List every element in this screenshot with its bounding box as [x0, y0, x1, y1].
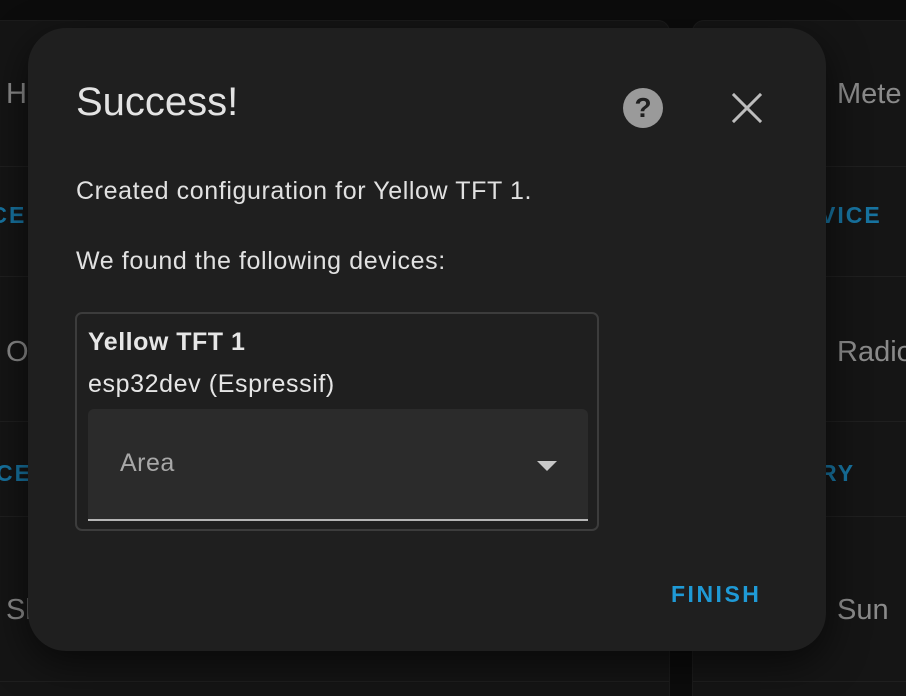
- close-button[interactable]: [727, 88, 767, 128]
- help-button[interactable]: ?: [623, 88, 663, 128]
- area-select-label: Area: [120, 449, 175, 477]
- device-card: Yellow TFT 1 esp32dev (Espressif) Area: [75, 312, 599, 531]
- dropdown-arrow-icon: [537, 461, 557, 471]
- device-model: esp32dev (Espressif): [88, 370, 335, 398]
- success-dialog: Success! ? Created configuration for Yel…: [28, 28, 826, 651]
- area-select[interactable]: Area: [88, 409, 588, 521]
- finish-button[interactable]: FINISH: [671, 581, 761, 608]
- dialog-title: Success!: [76, 80, 239, 124]
- created-config-message: Created configuration for Yellow TFT 1.: [76, 177, 533, 205]
- close-icon: [731, 92, 763, 124]
- help-circle-icon: ?: [634, 92, 652, 123]
- devices-heading: We found the following devices:: [76, 247, 446, 275]
- device-name: Yellow TFT 1: [88, 328, 246, 356]
